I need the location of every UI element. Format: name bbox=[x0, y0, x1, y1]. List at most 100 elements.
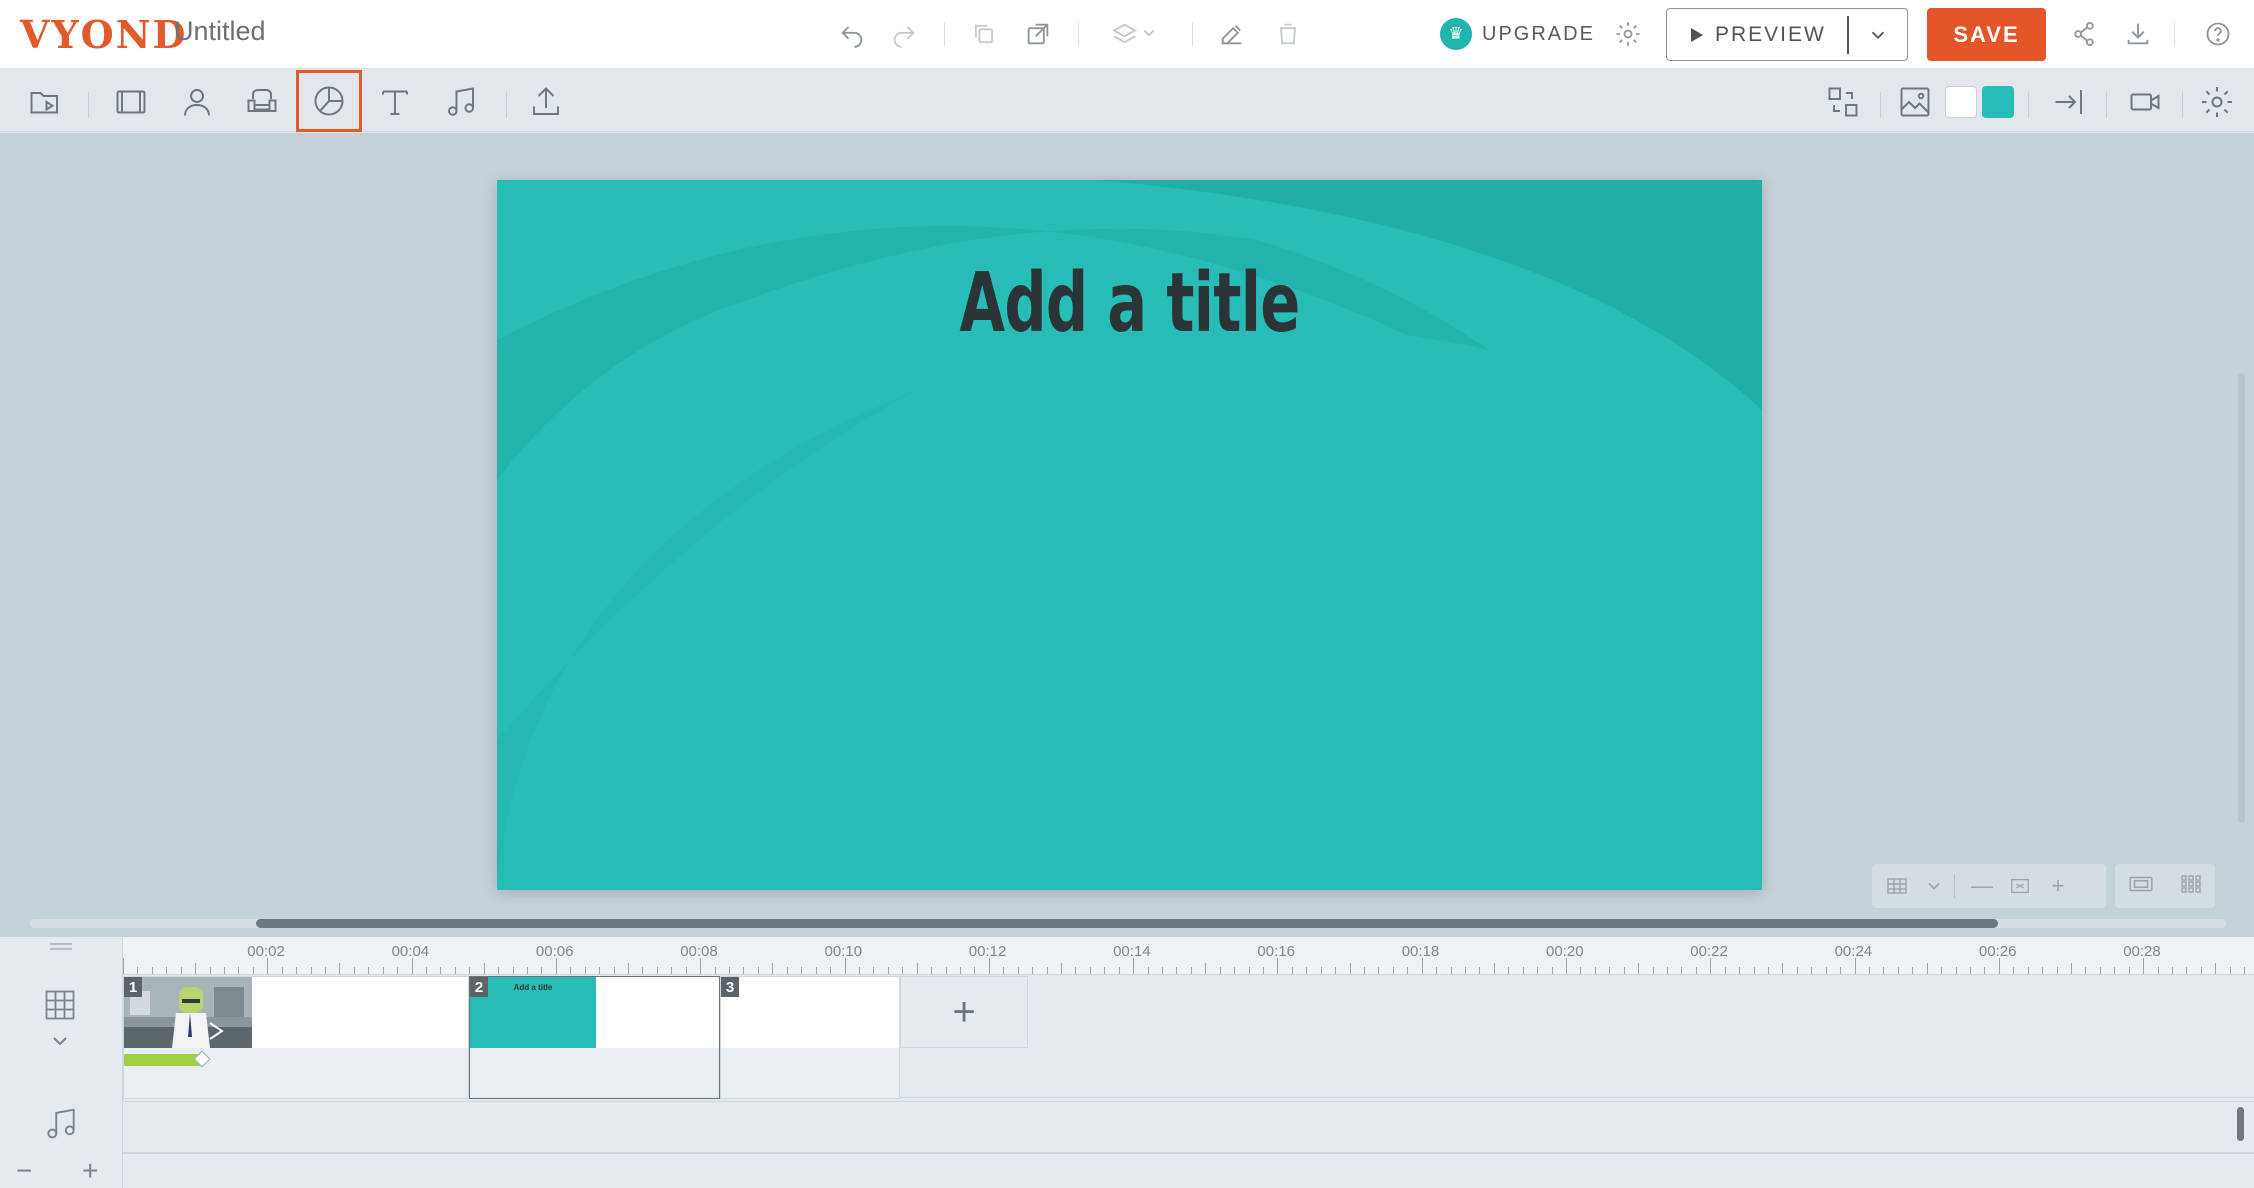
ruler-tick bbox=[1205, 963, 1207, 974]
ruler-tick bbox=[1970, 967, 1972, 974]
charts-icon[interactable] bbox=[296, 70, 362, 132]
divider bbox=[2174, 22, 2175, 46]
grid-icon[interactable] bbox=[1872, 874, 1922, 898]
fit-to-screen-icon[interactable] bbox=[2001, 875, 2039, 897]
ruler-tick bbox=[1335, 967, 1337, 974]
preview-main[interactable]: PREVIEW bbox=[1667, 9, 1847, 60]
scene-settings-icon[interactable] bbox=[2194, 79, 2240, 125]
horizontal-scrollbar[interactable] bbox=[30, 919, 2226, 928]
timeline-zoom-out-icon[interactable]: − bbox=[16, 1155, 32, 1187]
copy-icon[interactable] bbox=[964, 14, 1004, 54]
zoom-in-icon[interactable]: + bbox=[2039, 873, 2077, 899]
timeline-vertical-scrollbar[interactable] bbox=[2237, 1107, 2244, 1141]
scene-track-icon[interactable] bbox=[42, 987, 78, 1028]
color-swatch-white[interactable] bbox=[1945, 86, 1977, 118]
timeline-resize-handle[interactable] bbox=[50, 943, 72, 945]
ruler-tick bbox=[1176, 967, 1178, 974]
paintbrush-icon[interactable] bbox=[1212, 14, 1252, 54]
ruler-tick bbox=[642, 967, 644, 974]
redo-icon[interactable] bbox=[884, 14, 924, 54]
upgrade-button[interactable]: ♛ UPGRADE bbox=[1440, 16, 1595, 52]
thumbnail-view-icon[interactable] bbox=[2179, 872, 2203, 901]
scene-track-chevron-down-icon[interactable] bbox=[48, 1029, 72, 1058]
layers-icon[interactable] bbox=[1100, 14, 1170, 54]
ruler-label: 00:16 bbox=[1257, 943, 1295, 960]
ruler-tick bbox=[2229, 967, 2231, 974]
ruler-tick bbox=[469, 967, 471, 974]
ruler-tick bbox=[916, 963, 918, 974]
ruler-label: 00:14 bbox=[1113, 943, 1151, 960]
divider bbox=[1078, 22, 1079, 46]
camera-icon[interactable] bbox=[2122, 79, 2168, 125]
scene-thumbnail-1[interactable]: 1 bbox=[123, 976, 469, 1099]
stage-area: Add a title — + bbox=[0, 133, 2254, 937]
settings-gear-icon[interactable] bbox=[1608, 14, 1648, 54]
duplicate-icon[interactable] bbox=[1018, 14, 1058, 54]
canvas-title-text[interactable]: Add a title bbox=[674, 256, 1585, 351]
ruler-tick bbox=[1609, 967, 1611, 974]
ruler-tick bbox=[498, 967, 500, 974]
scene-canvas[interactable]: Add a title bbox=[497, 180, 1762, 890]
ruler-tick bbox=[325, 967, 327, 974]
document-title[interactable]: Untitled bbox=[174, 16, 266, 47]
text-icon[interactable] bbox=[372, 79, 418, 125]
ruler-tick bbox=[2244, 967, 2246, 974]
view-mode-controls bbox=[2115, 864, 2215, 908]
ruler-tick bbox=[1291, 967, 1293, 974]
preview-button[interactable]: PREVIEW bbox=[1666, 8, 1908, 61]
ruler-tick bbox=[411, 958, 413, 974]
ruler-tick bbox=[729, 967, 731, 974]
color-swatch-teal[interactable] bbox=[1982, 86, 2014, 118]
ruler-tick bbox=[1277, 958, 1279, 974]
crown-icon: ♛ bbox=[1440, 18, 1472, 50]
scene-thumbnail-3[interactable]: 3 bbox=[720, 976, 900, 1099]
save-button[interactable]: SAVE bbox=[1927, 8, 2046, 61]
ruler-tick bbox=[671, 967, 673, 974]
ruler-tick bbox=[267, 958, 269, 974]
help-icon[interactable] bbox=[2198, 14, 2238, 54]
scene-thumbnail-2[interactable]: 2 Add a title bbox=[469, 976, 720, 1099]
ruler-tick bbox=[310, 967, 312, 974]
delete-icon[interactable] bbox=[1268, 14, 1308, 54]
ruler-tick bbox=[2085, 967, 2087, 974]
timeline-ruler[interactable]: 00:02 00:04 00:06 00:08 00:10 00:12 00:14 00:16… bbox=[123, 937, 2254, 975]
ruler-tick bbox=[426, 967, 428, 974]
ruler-tick bbox=[1522, 967, 1524, 974]
single-view-icon[interactable] bbox=[2128, 871, 2154, 902]
scenes-icon[interactable] bbox=[108, 79, 154, 125]
vyond-logo[interactable]: VYOND bbox=[20, 12, 187, 57]
horizontal-scrollbar-thumb[interactable] bbox=[256, 919, 1998, 928]
ruler-tick bbox=[1594, 967, 1596, 974]
ruler-tick bbox=[931, 967, 933, 974]
ruler-tick bbox=[1854, 958, 1856, 974]
ruler-tick bbox=[2013, 967, 2015, 974]
chevron-down-icon[interactable] bbox=[1849, 24, 1908, 46]
upload-icon[interactable] bbox=[523, 79, 569, 125]
vertical-scrollbar[interactable] bbox=[2238, 373, 2245, 823]
divider bbox=[1192, 22, 1193, 46]
background-image-icon[interactable] bbox=[1892, 79, 1938, 125]
swap-icon[interactable] bbox=[1820, 79, 1866, 125]
download-icon[interactable] bbox=[2118, 14, 2158, 54]
ruler-tick bbox=[1248, 967, 1250, 974]
enter-icon[interactable] bbox=[2046, 79, 2092, 125]
characters-icon[interactable] bbox=[174, 79, 220, 125]
zoom-out-icon[interactable]: — bbox=[1963, 873, 2001, 899]
ruler-tick bbox=[1493, 963, 1495, 974]
ruler-tick bbox=[945, 967, 947, 974]
props-icon[interactable] bbox=[239, 79, 285, 125]
ruler-tick bbox=[281, 967, 283, 974]
ruler-tick bbox=[123, 958, 124, 974]
timeline-zoom-in-icon[interactable]: + bbox=[82, 1155, 98, 1187]
video-templates-icon[interactable] bbox=[22, 79, 68, 125]
audio-icon[interactable] bbox=[438, 79, 484, 125]
undo-icon[interactable] bbox=[832, 14, 872, 54]
audio-track[interactable] bbox=[123, 1101, 2254, 1153]
share-icon[interactable] bbox=[2064, 14, 2104, 54]
grid-chevron-down-icon[interactable] bbox=[1922, 876, 1946, 896]
ruler-tick bbox=[1089, 967, 1091, 974]
add-scene-button[interactable]: + bbox=[900, 976, 1028, 1048]
ruler-tick bbox=[1710, 958, 1712, 974]
ruler-tick bbox=[397, 967, 399, 974]
audio-track-icon[interactable] bbox=[42, 1105, 80, 1148]
